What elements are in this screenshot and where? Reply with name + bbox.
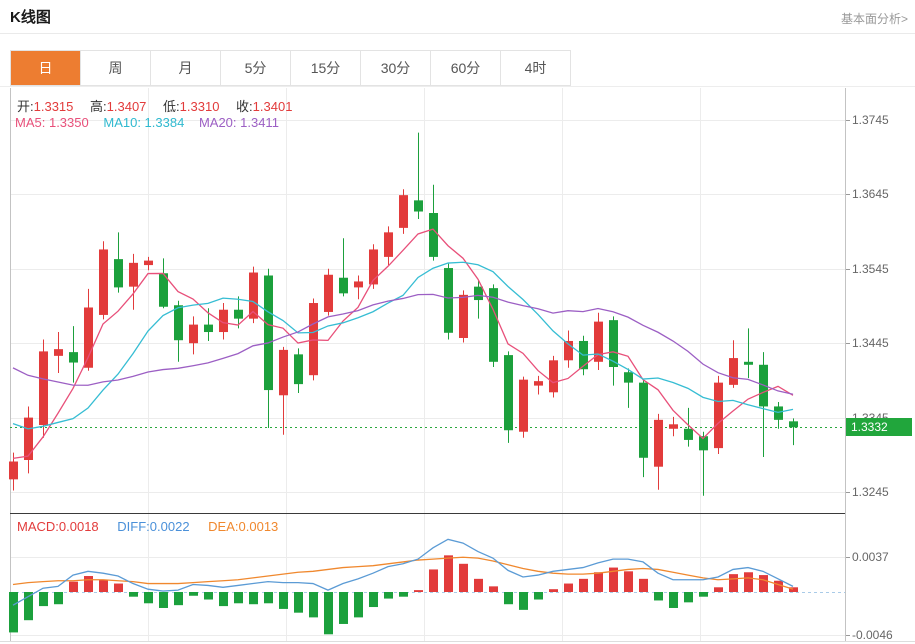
- low-value: 1.3310: [180, 99, 220, 114]
- ma5-label: MA5:: [15, 115, 49, 130]
- ma-legend: MA5: 1.3350 MA10: 1.3384 MA20: 1.3411: [15, 115, 290, 130]
- tab-4hour[interactable]: 4时: [500, 51, 570, 85]
- tab-day[interactable]: 日: [11, 51, 80, 85]
- fundamental-analysis-link[interactable]: 基本面分析>: [841, 10, 908, 27]
- close-value: 1.3401: [253, 99, 293, 114]
- tab-5min[interactable]: 5分: [220, 51, 290, 85]
- ma20-label: MA20:: [199, 115, 240, 130]
- price-tick-label: 1.3445: [852, 336, 889, 350]
- header-divider: [0, 33, 915, 34]
- tab-week[interactable]: 周: [80, 51, 150, 85]
- macd-legend: MACD:0.0018 DIFF:0.0022 DEA:0.0013: [17, 519, 293, 534]
- ma5-value: 1.3350: [49, 115, 89, 130]
- price-tick-label: 1.3245: [852, 485, 889, 499]
- diff-label: DIFF:: [117, 519, 150, 534]
- macd-value: 0.0018: [59, 519, 99, 534]
- high-value: 1.3407: [107, 99, 147, 114]
- current-price-badge: 1.3332: [846, 418, 912, 436]
- page-title: K线图: [10, 6, 51, 27]
- macd-tick-label: 0.0037: [852, 550, 889, 564]
- ma10-label: MA10:: [103, 115, 144, 130]
- dea-label: DEA:: [208, 519, 238, 534]
- diff-value: 0.0022: [150, 519, 190, 534]
- high-label: 高:: [90, 99, 107, 114]
- price-tick-label: 1.3545: [852, 262, 889, 276]
- open-label: 开:: [17, 99, 34, 114]
- low-label: 低:: [163, 99, 180, 114]
- dea-value: 0.0013: [239, 519, 279, 534]
- interval-tabbar: 日 周 月 5分 15分 30分 60分 4时: [10, 50, 571, 86]
- macd-label: MACD:: [17, 519, 59, 534]
- tab-30min[interactable]: 30分: [360, 51, 430, 85]
- price-tick-label: 1.3645: [852, 187, 889, 201]
- close-label: 收:: [236, 99, 253, 114]
- open-value: 1.3315: [34, 99, 74, 114]
- price-tick-label: 1.3745: [852, 113, 889, 127]
- ohlc-legend: 开:1.3315 高:1.3407 低:1.3310 收:1.3401: [17, 96, 305, 115]
- tabbar-bottom-line: [0, 86, 915, 87]
- tab-15min[interactable]: 15分: [290, 51, 360, 85]
- ma10-value: 1.3384: [145, 115, 185, 130]
- ma20-value: 1.3411: [240, 115, 279, 130]
- tab-60min[interactable]: 60分: [430, 51, 500, 85]
- tab-month[interactable]: 月: [150, 51, 220, 85]
- macd-tick-label: -0.0046: [852, 628, 893, 642]
